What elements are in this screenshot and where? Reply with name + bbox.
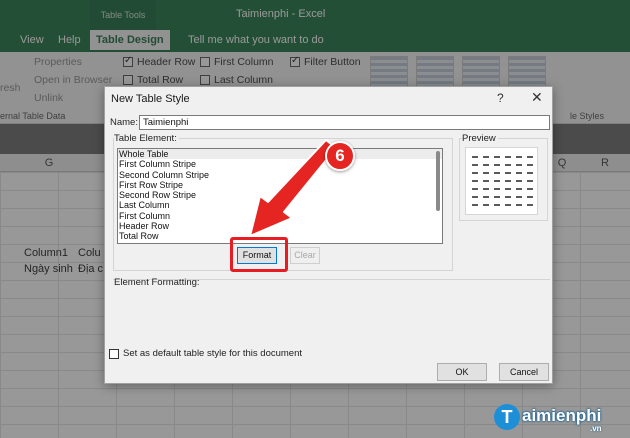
annotation-arrow bbox=[249, 139, 337, 237]
step-badge: 6 bbox=[325, 141, 355, 171]
logo-suffix: .vn bbox=[590, 424, 602, 433]
logo-mark-icon: T bbox=[494, 404, 520, 430]
logo-text: aimienphi bbox=[522, 406, 602, 425]
